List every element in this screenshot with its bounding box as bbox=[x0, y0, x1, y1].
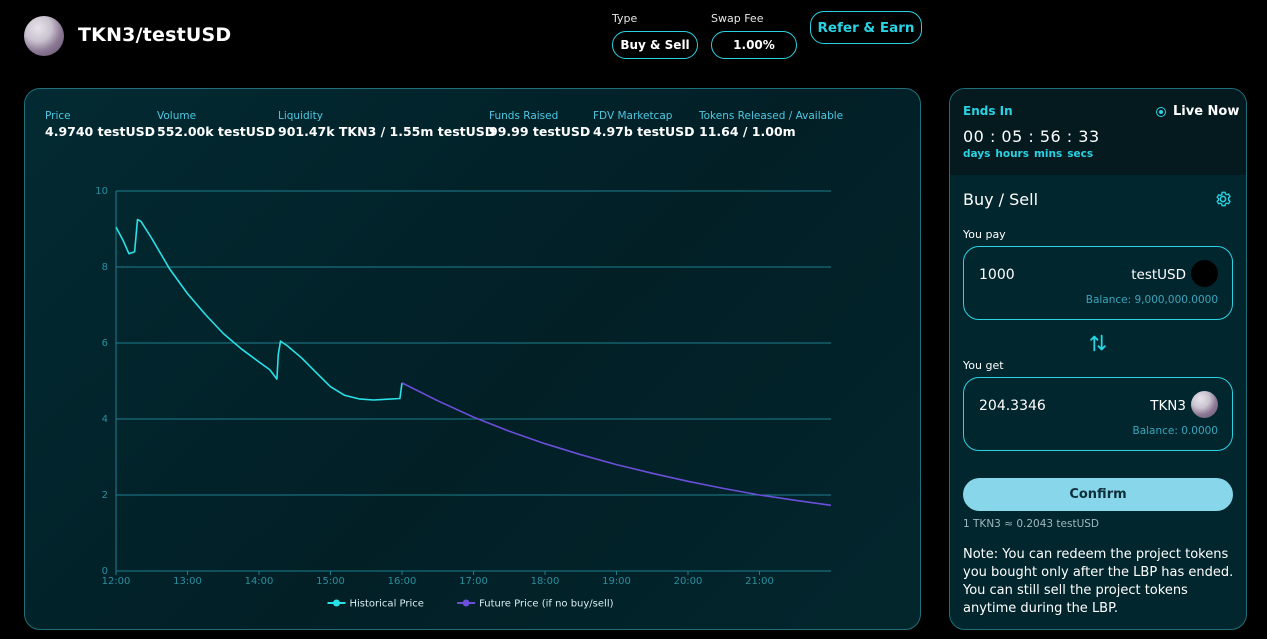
x-tick-label: 18:00 bbox=[531, 576, 560, 587]
live-dot-icon bbox=[1156, 106, 1166, 117]
get-field[interactable]: 204.3346 TKN3 Balance: 0.0000 bbox=[963, 377, 1233, 451]
y-tick-label: 8 bbox=[102, 262, 108, 273]
swap-direction-icon[interactable] bbox=[1087, 332, 1109, 354]
countdown-units: days hours mins secs bbox=[963, 148, 1093, 160]
series-line-0 bbox=[115, 218, 403, 401]
y-tick-label: 10 bbox=[95, 186, 108, 197]
pair-title: TKN3/testUSD bbox=[78, 24, 232, 46]
get-amount-value: 204.3346 bbox=[979, 398, 1046, 414]
x-tick-label: 20:00 bbox=[674, 576, 703, 587]
unit-hours: hours bbox=[995, 148, 1029, 160]
buy-sell-title: Buy / Sell bbox=[963, 190, 1039, 209]
legend-label-1: Future Price (if no buy/sell) bbox=[479, 599, 614, 610]
legend-marker-0 bbox=[333, 599, 340, 607]
pay-field[interactable]: 1000 testUSD Balance: 9,000,000.0000 bbox=[963, 246, 1233, 320]
live-label: Live Now bbox=[1173, 104, 1240, 119]
unit-mins: mins bbox=[1033, 148, 1063, 160]
refer-earn-button[interactable]: Refer & Earn bbox=[810, 11, 922, 44]
x-tick-label: 19:00 bbox=[602, 576, 631, 587]
x-tick-label: 15:00 bbox=[316, 576, 345, 587]
x-tick-label: 12:00 bbox=[102, 576, 131, 587]
chart-panel: Price 4.9740 testUSD Volume 552.00k test… bbox=[24, 88, 921, 630]
ends-in-label: Ends In bbox=[963, 104, 1013, 118]
pay-amount-input[interactable]: 1000 bbox=[979, 267, 1015, 283]
x-tick-label: 13:00 bbox=[173, 576, 202, 587]
legend-label-0: Historical Price bbox=[350, 599, 424, 610]
x-tick-label: 17:00 bbox=[459, 576, 488, 587]
series-line-1 bbox=[401, 382, 832, 507]
x-tick-label: 21:00 bbox=[745, 576, 774, 587]
type-label: Type bbox=[612, 12, 638, 25]
confirm-button[interactable]: Confirm bbox=[963, 478, 1233, 511]
x-tick-label: 16:00 bbox=[388, 576, 417, 587]
trade-panel: Ends In Live Now 00 : 05 : 56 : 33 days … bbox=[949, 88, 1247, 630]
testusd-token-icon bbox=[1191, 260, 1218, 287]
unit-secs: secs bbox=[1067, 148, 1094, 160]
get-balance: Balance: 0.0000 bbox=[1132, 425, 1219, 437]
swap-fee-value[interactable]: 1.00% bbox=[711, 31, 797, 59]
y-tick-label: 4 bbox=[102, 414, 108, 425]
exchange-rate: 1 TKN3 ≈ 0.2043 testUSD bbox=[963, 518, 1100, 530]
pay-token-label: testUSD bbox=[1131, 267, 1186, 283]
y-tick-label: 2 bbox=[102, 490, 108, 501]
redeem-note: Note: You can redeem the project tokens … bbox=[963, 547, 1234, 616]
y-tick-label: 6 bbox=[102, 338, 108, 349]
x-tick-label: 14:00 bbox=[245, 576, 274, 587]
get-token-label: TKN3 bbox=[1150, 398, 1186, 414]
legend-marker-1 bbox=[462, 599, 470, 607]
live-status: Live Now bbox=[1156, 104, 1239, 119]
countdown-timer: 00 : 05 : 56 : 33 bbox=[963, 127, 1100, 146]
tkn3-token-icon bbox=[1191, 391, 1218, 418]
you-get-label: You get bbox=[963, 359, 1004, 372]
price-chart: 0246810 12:00 13:00 14:00 15:00 16:00 17:00 18… bbox=[95, 186, 832, 610]
type-selector[interactable]: Buy & Sell bbox=[612, 31, 698, 59]
unit-days: days bbox=[963, 148, 991, 160]
settings-gear-icon[interactable] bbox=[1214, 190, 1232, 208]
pay-balance: Balance: 9,000,000.0000 bbox=[1085, 294, 1218, 306]
token-avatar bbox=[24, 16, 64, 56]
sale-timer-section: Ends In Live Now 00 : 05 : 56 : 33 days … bbox=[950, 89, 1246, 175]
swap-fee-label: Swap Fee bbox=[711, 12, 764, 25]
you-pay-label: You pay bbox=[963, 228, 1006, 241]
